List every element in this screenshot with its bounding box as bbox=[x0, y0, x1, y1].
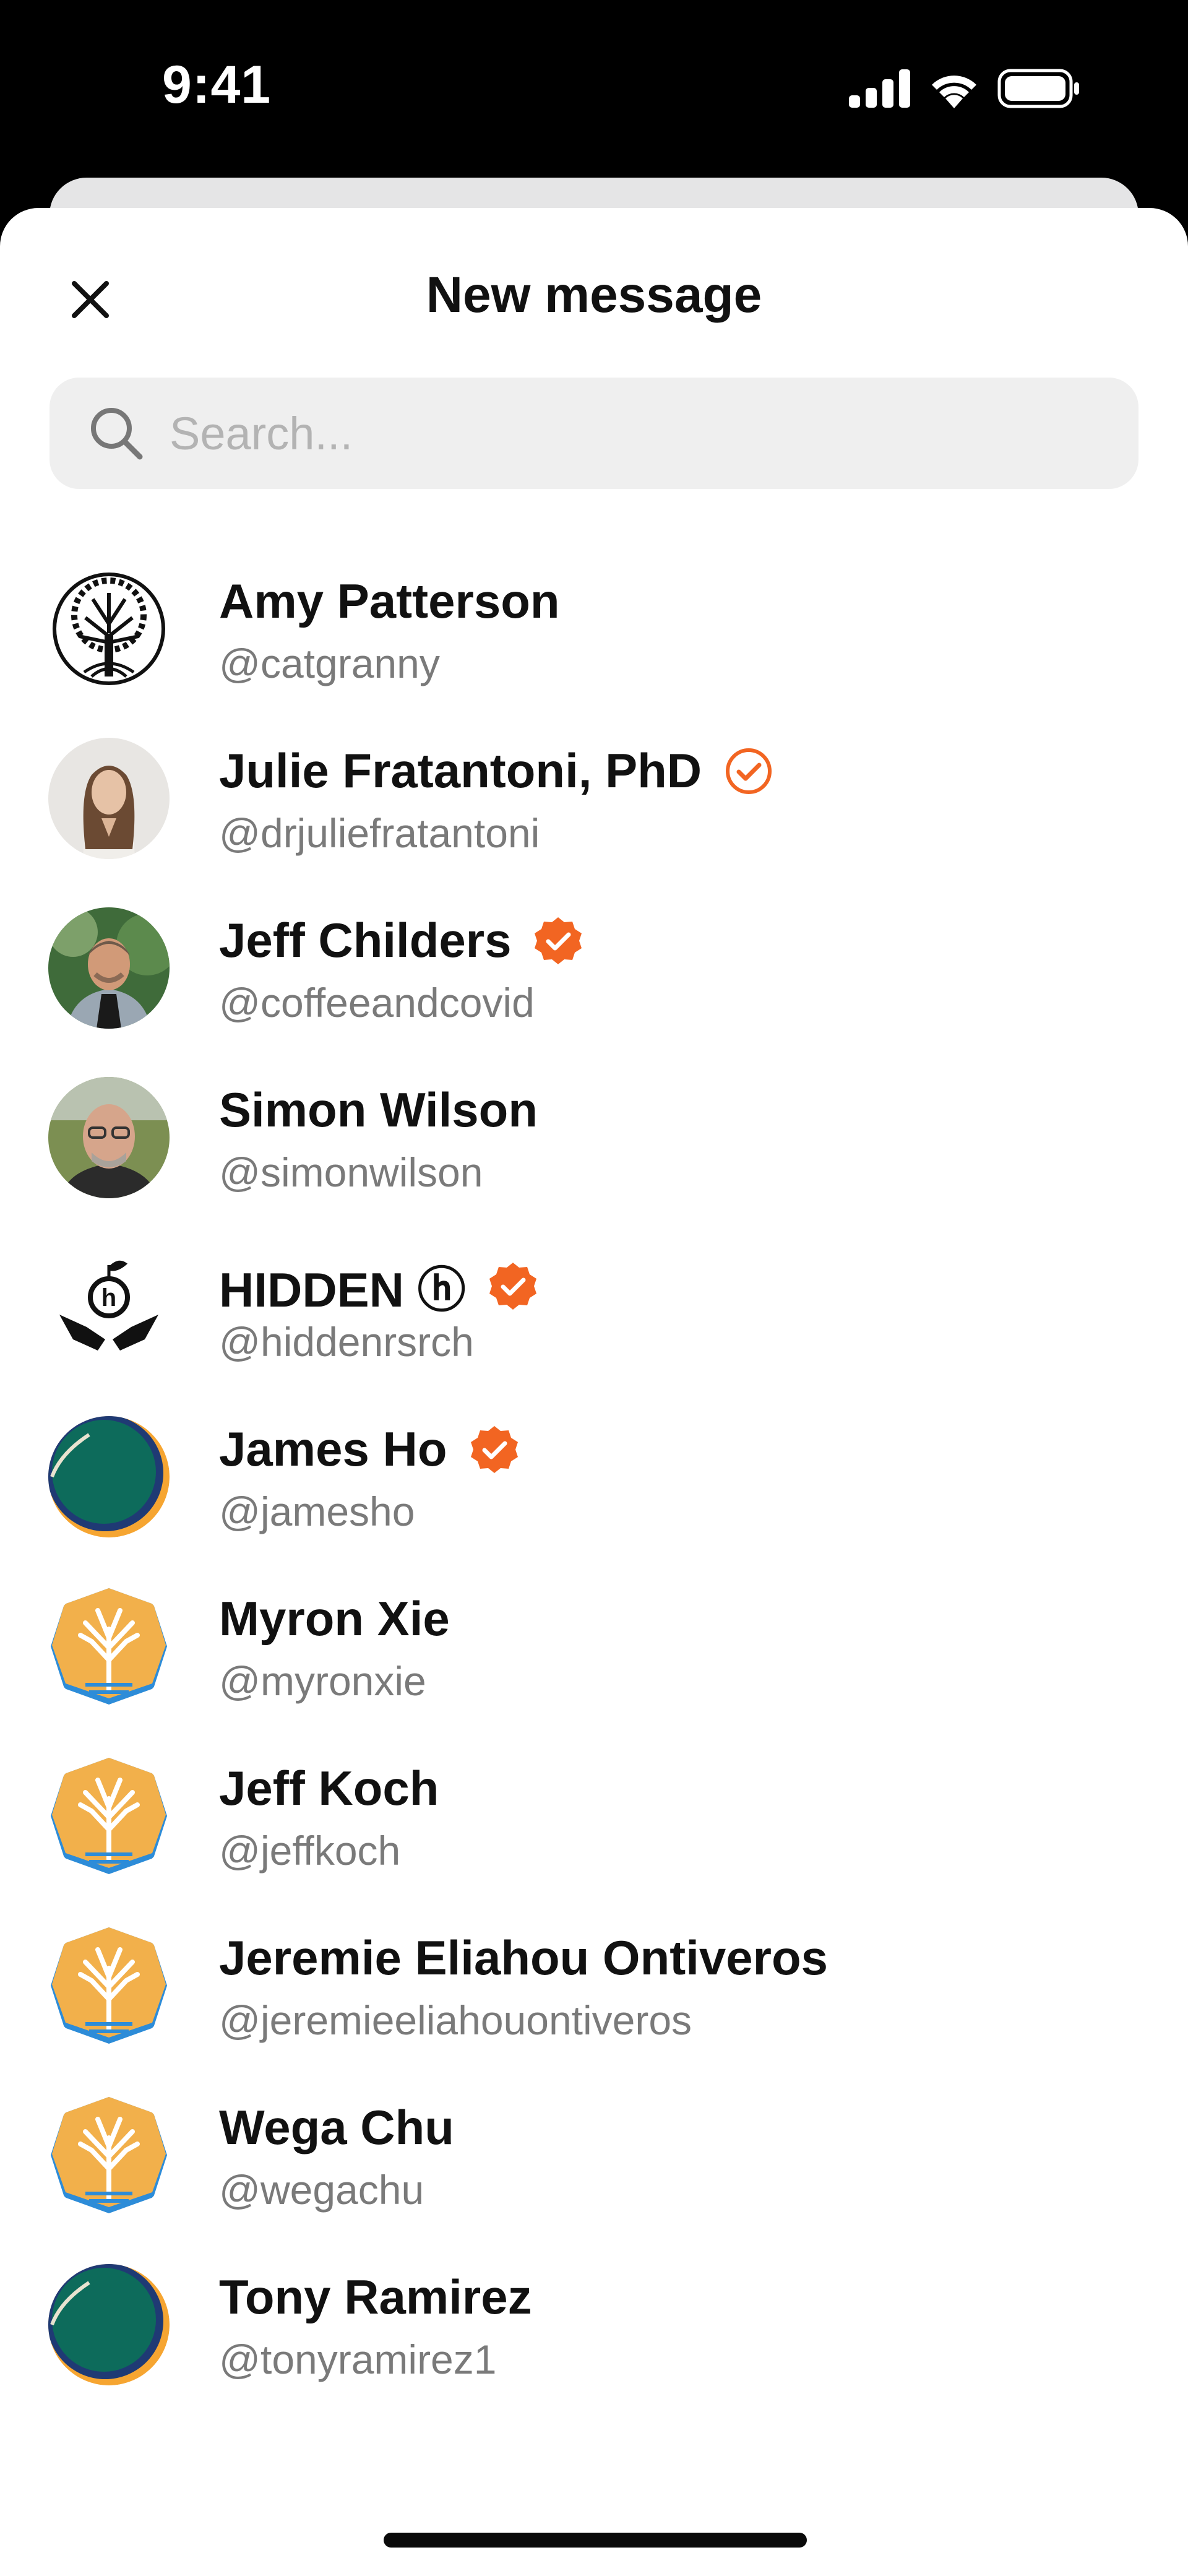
verified-badge-icon bbox=[470, 1425, 518, 1473]
header: New message bbox=[0, 208, 1188, 379]
contact-row[interactable]: Jeremie Eliahou Ontiveros @jeremieeliahou… bbox=[0, 1899, 1188, 2068]
contact-name-line: Simon Wilson bbox=[219, 1082, 538, 1138]
search-input[interactable] bbox=[170, 407, 1067, 460]
verified-badge-icon bbox=[535, 917, 582, 964]
contact-name: Jeff Koch bbox=[219, 1761, 439, 1815]
contact-row[interactable]: Simon Wilson @simonwilson bbox=[0, 1051, 1188, 1221]
contact-name: Tony Ramirez bbox=[219, 2270, 532, 2324]
tree-badge-avatar-icon bbox=[48, 1586, 170, 1707]
verified-badge-icon bbox=[489, 1263, 536, 1310]
status-time: 9:41 bbox=[162, 55, 272, 115]
wifi-icon bbox=[932, 76, 976, 108]
contact-handle: @jeremieeliahouontiveros bbox=[219, 1997, 692, 2043]
contact-name-line: Jeff Koch bbox=[219, 1760, 439, 1817]
teal-circle-avatar-icon bbox=[48, 2264, 170, 2385]
contact-name: Julie Fratantoni, PhD bbox=[219, 743, 702, 798]
contact-handle: @coffeeandcovid bbox=[219, 980, 535, 1026]
battery-icon bbox=[997, 69, 1079, 108]
contact-name: Jeremie Eliahou Ontiveros bbox=[219, 1930, 829, 1985]
contact-handle: @myronxie bbox=[219, 1658, 426, 1704]
contact-name-line: Jeff Childers bbox=[219, 912, 583, 969]
contact-row[interactable]: James Ho @jamesho bbox=[0, 1390, 1188, 1560]
contact-name-line: Wega Chu bbox=[219, 2099, 454, 2156]
status-bar: 9:41 bbox=[0, 0, 1188, 179]
avatar bbox=[48, 738, 170, 859]
contact-name-line: James Ho bbox=[219, 1421, 519, 1477]
status-icons bbox=[849, 67, 1080, 110]
new-message-sheet: New message Amy Patterson @catgranny Juli… bbox=[0, 208, 1188, 2576]
contact-row[interactable]: Jeff Childers @coffeeandcovid bbox=[0, 881, 1188, 1051]
contact-row[interactable]: h HIDDEN ⓗ @hiddenrsrch bbox=[0, 1221, 1188, 1390]
hands-logo-avatar-icon: h bbox=[48, 1247, 170, 1368]
contact-handle: @wegachu bbox=[219, 2167, 424, 2213]
tree-of-life-avatar-icon bbox=[48, 568, 170, 689]
contact-name-line: Julie Fratantoni, PhD bbox=[219, 743, 773, 799]
contact-name-line: HIDDEN ⓗ bbox=[219, 1251, 538, 1321]
contact-handle: @hiddenrsrch bbox=[219, 1319, 474, 1365]
contact-row[interactable]: Amy Patterson @catgranny bbox=[0, 542, 1188, 712]
search-bar[interactable] bbox=[50, 378, 1138, 489]
tree-badge-avatar-icon bbox=[48, 1755, 170, 1877]
home-indicator bbox=[384, 2533, 807, 2548]
contact-name-line: Amy Patterson bbox=[219, 573, 560, 629]
contact-handle: @jamesho bbox=[219, 1489, 415, 1534]
contact-name: Amy Patterson bbox=[219, 574, 560, 628]
contact-row[interactable]: Wega Chu @wegachu bbox=[0, 2068, 1188, 2238]
contact-row[interactable]: Myron Xie @myronxie bbox=[0, 1560, 1188, 1729]
tree-badge-avatar-icon bbox=[48, 1925, 170, 2046]
contact-name: James Ho bbox=[219, 1422, 447, 1476]
verified-outline-badge-icon bbox=[726, 748, 772, 794]
search-icon bbox=[91, 408, 143, 460]
contact-handle: @drjuliefratantoni bbox=[219, 810, 540, 856]
contact-name: Jeff Childers bbox=[219, 913, 512, 967]
contact-name: Myron Xie bbox=[219, 1591, 450, 1646]
contact-name: Wega Chu bbox=[219, 2100, 454, 2155]
cellular-signal-icon bbox=[849, 69, 910, 108]
contact-row[interactable]: Jeff Koch @jeffkoch bbox=[0, 1729, 1188, 1899]
tree-badge-avatar-icon bbox=[48, 2094, 170, 2216]
contact-handle: @catgranny bbox=[219, 641, 440, 686]
contact-name-line: Myron Xie bbox=[219, 1591, 450, 1647]
contact-row[interactable]: Tony Ramirez @tonyramirez1 bbox=[0, 2238, 1188, 2408]
contact-row[interactable]: Julie Fratantoni, PhD @drjuliefratantoni bbox=[0, 712, 1188, 881]
contact-list: Amy Patterson @catgranny Julie Fratantoni… bbox=[0, 542, 1188, 2408]
page-title: New message bbox=[426, 267, 762, 323]
contact-name-line: Tony Ramirez bbox=[219, 2269, 532, 2325]
teal-circle-avatar-icon bbox=[48, 1416, 170, 1537]
avatar bbox=[48, 1077, 170, 1198]
svg-text:h: h bbox=[101, 1284, 116, 1312]
contact-handle: @tonyramirez1 bbox=[219, 2336, 497, 2382]
contact-name-line: Jeremie Eliahou Ontiveros bbox=[219, 1930, 828, 1986]
contact-handle: @jeffkoch bbox=[219, 1828, 401, 1874]
contact-handle: @simonwilson bbox=[219, 1149, 483, 1195]
contact-name: Simon Wilson bbox=[219, 1083, 538, 1137]
avatar bbox=[48, 907, 170, 1029]
contact-name: HIDDEN ⓗ bbox=[219, 1263, 466, 1317]
